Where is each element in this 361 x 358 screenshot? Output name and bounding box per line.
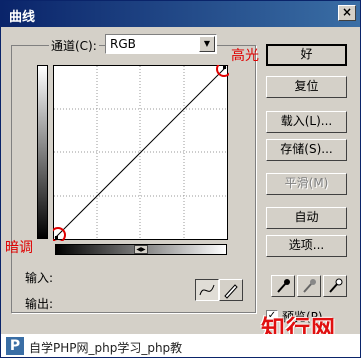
gray-eyedropper-icon: [303, 279, 316, 293]
highlight-point: [223, 66, 226, 69]
shadow-point: [55, 236, 58, 239]
channel-select[interactable]: RGB ▼: [105, 34, 217, 54]
pencil-icon: [224, 284, 238, 299]
curve-icon: [199, 284, 215, 296]
auto-button[interactable]: 自动: [266, 207, 347, 229]
title-bar[interactable]: 曲线 ×: [1, 1, 360, 27]
curve-tool-button[interactable]: [195, 279, 219, 301]
save-button[interactable]: 存储(S)...: [266, 139, 347, 161]
white-eyedropper-button[interactable]: [323, 275, 347, 297]
output-label: 输出:: [25, 297, 54, 311]
load-button[interactable]: 载入(L)...: [266, 111, 347, 133]
output-gradient-bar: [37, 65, 48, 239]
pencil-tool-button[interactable]: [219, 279, 243, 301]
white-eyedropper-icon: [329, 278, 343, 293]
watermark-bar: P 自学PHP网_php学习_php教: [1, 334, 360, 357]
curves-dialog: 曲线 × 通道(C): RGB ▼ ◀▶ 高光 暗调 输入: 输出: 好 复位 …: [0, 0, 361, 358]
input-label: 输入:: [25, 271, 54, 285]
chevron-down-icon[interactable]: ▼: [199, 36, 215, 52]
black-eyedropper-button[interactable]: [271, 275, 295, 297]
highlight-annotation: 高光: [231, 48, 259, 64]
php-logo-icon: P: [6, 337, 24, 355]
channel-value: RGB: [110, 37, 136, 51]
channel-label: 通道(C):: [49, 37, 99, 54]
ok-button[interactable]: 好: [266, 44, 347, 66]
smooth-button[interactable]: 平滑(M): [266, 173, 347, 195]
shadow-annotation: 暗调: [5, 240, 33, 256]
black-eyedropper-icon: [277, 279, 290, 293]
reset-button[interactable]: 复位: [266, 76, 347, 98]
curve-graph[interactable]: [53, 65, 229, 241]
watermark-text: 自学PHP网_php学习_php教: [29, 341, 183, 355]
gray-eyedropper-button[interactable]: [297, 275, 321, 297]
options-button[interactable]: 选项...: [266, 235, 347, 257]
gradient-toggle-icon[interactable]: ◀▶: [134, 245, 148, 254]
window-title: 曲线: [9, 10, 36, 25]
close-button[interactable]: ×: [338, 5, 356, 21]
